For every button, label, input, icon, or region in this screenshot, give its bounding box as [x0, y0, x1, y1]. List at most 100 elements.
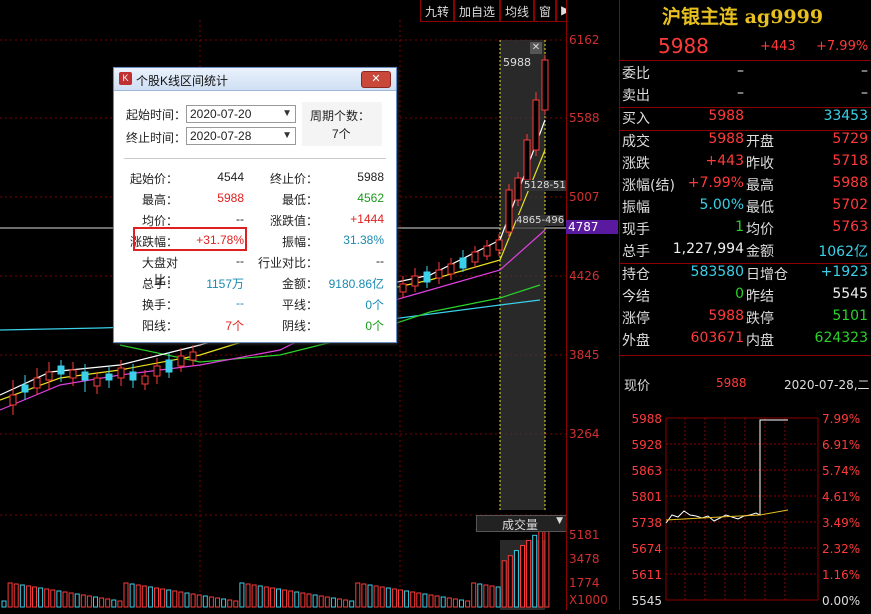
dialog-titlebar[interactable]: K 个股K线区间统计 ✕: [114, 68, 396, 91]
row-value-2: –: [861, 63, 868, 79]
intraday-mini-chart[interactable]: 现价 5988 2020-07-28,二 5988 5928 5863 5801…: [620, 365, 871, 610]
close-button[interactable]: ✕: [361, 71, 391, 88]
row-value: 5988: [708, 131, 744, 147]
volume-bar: [166, 589, 172, 608]
toolbar-button-add-favorite[interactable]: 加自选: [454, 0, 501, 22]
volume-bar: [111, 599, 117, 608]
volume-bar: [507, 555, 513, 608]
row-value: 0: [735, 286, 744, 302]
overlay-level-label-2: 4865-496: [516, 215, 565, 226]
row-value: –: [737, 85, 744, 101]
row-label-2: 开盘: [746, 134, 774, 150]
stat-label-2: 阴线：: [281, 319, 318, 333]
volume-bar: [221, 598, 227, 608]
volume-bar: [99, 597, 105, 608]
candle-body: [471, 251, 479, 263]
volume-bar: [416, 592, 422, 608]
volume-bar: [7, 582, 13, 608]
volume-bar: [233, 600, 239, 608]
quote-row: 振幅 5.00% 最低 5702: [620, 197, 871, 219]
row-value-2: 5763: [832, 219, 868, 235]
volume-bar: [172, 590, 178, 608]
quote-row: 涨停 5988 跌停 5101: [620, 308, 871, 330]
row-label-2: 最低: [746, 200, 774, 216]
volume-bar: [471, 582, 477, 608]
row-value: +443: [705, 153, 744, 169]
candle-body: [69, 369, 77, 379]
volume-bar: [123, 582, 129, 608]
candle-body: [105, 373, 113, 381]
row-value: 583580: [690, 264, 744, 280]
volume-bar: [459, 599, 464, 608]
row-label: 今结: [622, 289, 650, 305]
mini-pct-label: 1.16%: [822, 568, 861, 582]
stat-label: 最高：: [141, 193, 178, 207]
row-label-2: 金额: [746, 244, 774, 260]
close-selection-icon[interactable]: ✕: [530, 42, 542, 54]
row-label: 外盘: [622, 333, 650, 349]
volume-bar: [440, 596, 446, 608]
volume-bar: [93, 596, 98, 608]
volume-bar: [105, 598, 111, 608]
volume-axis-unit: X1000: [569, 593, 608, 607]
quote-row: 委比 – –: [620, 63, 871, 85]
end-time-value: 2020-07-28: [190, 129, 252, 143]
candle-body: [459, 257, 467, 269]
volume-bar: [300, 592, 306, 608]
volume-bar: [178, 591, 184, 608]
quote-panel: 沪银主连 ag9999 5988 +443 +7.99% 委比 – – 卖出 –…: [619, 0, 871, 610]
candle-body: [423, 271, 431, 283]
stat-value-2: 9180.86亿: [328, 277, 384, 291]
row-value-2: 5101: [832, 308, 868, 324]
candle-body: [165, 359, 173, 373]
volume-bar: [428, 594, 434, 608]
volume-bar: [215, 597, 220, 608]
candle-body: [495, 239, 503, 251]
quote-row: 总手 1,227,994 金额 1062亿: [620, 241, 871, 263]
row-value-2: 1062亿: [818, 244, 868, 260]
volume-bar: [68, 592, 74, 608]
row-value: 1,227,994: [672, 241, 744, 257]
volume-bar: [404, 590, 410, 608]
mini-price-label: 5801: [631, 490, 662, 504]
volume-bar: [379, 586, 385, 608]
mini-pct-label: 4.61%: [822, 490, 861, 504]
stat-value-2: 4562: [357, 191, 384, 205]
volume-bar: [495, 586, 501, 608]
candle-body: [21, 384, 29, 393]
row-label-2: 内盘: [746, 333, 774, 349]
toolbar-button-window[interactable]: 窗: [534, 0, 557, 22]
toolbar-button-nine-turn[interactable]: 九转: [420, 0, 455, 22]
chevron-down-icon: ▼: [282, 130, 292, 141]
end-time-label: 终止时间：: [126, 131, 187, 145]
period-value: 7个: [332, 127, 351, 141]
mini-price-label: 5611: [631, 568, 662, 582]
row-label: 现手: [622, 222, 650, 238]
volume-tab[interactable]: 成交量 ▼: [476, 515, 568, 532]
start-time-select[interactable]: 2020-07-20 ▼: [186, 105, 296, 123]
volume-bar: [349, 600, 355, 608]
candle-body: [447, 263, 455, 275]
quote-row: 现手 1 均价 5763: [620, 219, 871, 241]
volume-bar: [129, 583, 135, 608]
row-value-2: +1923: [820, 264, 868, 280]
end-time-select[interactable]: 2020-07-28 ▼: [186, 127, 296, 145]
quote-row-buy: 买入 5988 33453: [620, 108, 871, 130]
price-axis-label: 3264: [569, 427, 600, 441]
candle-body: [523, 139, 531, 181]
volume-bar: [50, 589, 56, 608]
stat-value: 7个: [225, 319, 244, 333]
mini-price-label: 5738: [631, 516, 662, 530]
row-label: 持仓: [622, 267, 650, 283]
volume-bar: [263, 586, 269, 608]
row-value-2: 5988: [832, 175, 868, 191]
stat-label: 阳线：: [141, 319, 178, 333]
volume-bar: [208, 596, 214, 608]
volume-bar: [452, 598, 458, 608]
row-label-2: 均价: [746, 222, 774, 238]
toolbar-button-moving-average[interactable]: 均线: [500, 0, 535, 22]
quote-row: 卖出 – –: [620, 85, 871, 107]
mini-pct-label: 6.91%: [822, 438, 861, 452]
row-label: 卖出: [622, 88, 650, 104]
volume-bar: [117, 600, 123, 608]
